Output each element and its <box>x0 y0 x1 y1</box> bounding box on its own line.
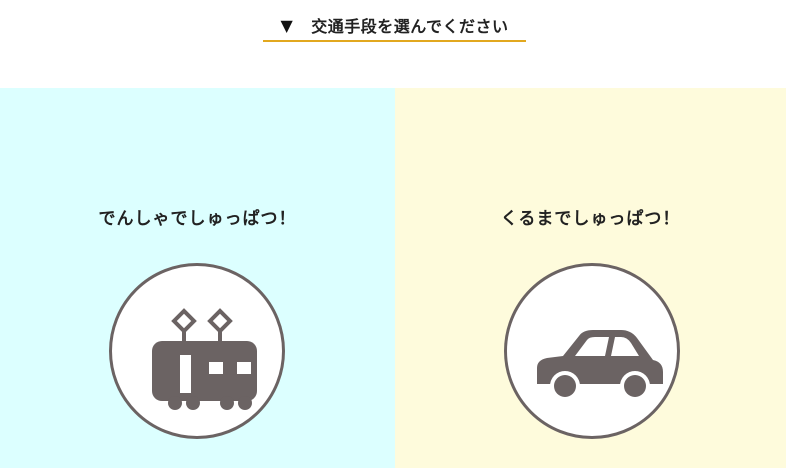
page-title: ▼ 交通手段を選んでください <box>263 10 526 42</box>
header: ▼ 交通手段を選んでください <box>0 0 786 88</box>
train-icon-circle[interactable] <box>109 263 285 439</box>
triangle-down-icon: ▼ <box>280 15 294 35</box>
train-icon <box>152 308 257 410</box>
transport-options: でんしゃでしゅっぱつ！ くるまでしゅっぱつ！ <box>0 88 786 468</box>
train-option-label: でんしゃでしゅっぱつ！ <box>98 209 297 229</box>
train-option[interactable]: でんしゃでしゅっぱつ！ <box>0 88 395 468</box>
page-title-text: 交通手段を選んでください <box>311 17 509 36</box>
car-option[interactable]: くるまでしゅっぱつ！ <box>395 88 786 468</box>
car-option-label: くるまでしゅっぱつ！ <box>500 209 681 229</box>
car-icon-circle[interactable] <box>504 263 680 439</box>
car-icon <box>537 330 663 401</box>
page: ▼ 交通手段を選んでください でんしゃでしゅっぱつ！ くるまでしゅっぱつ！ <box>0 0 786 468</box>
